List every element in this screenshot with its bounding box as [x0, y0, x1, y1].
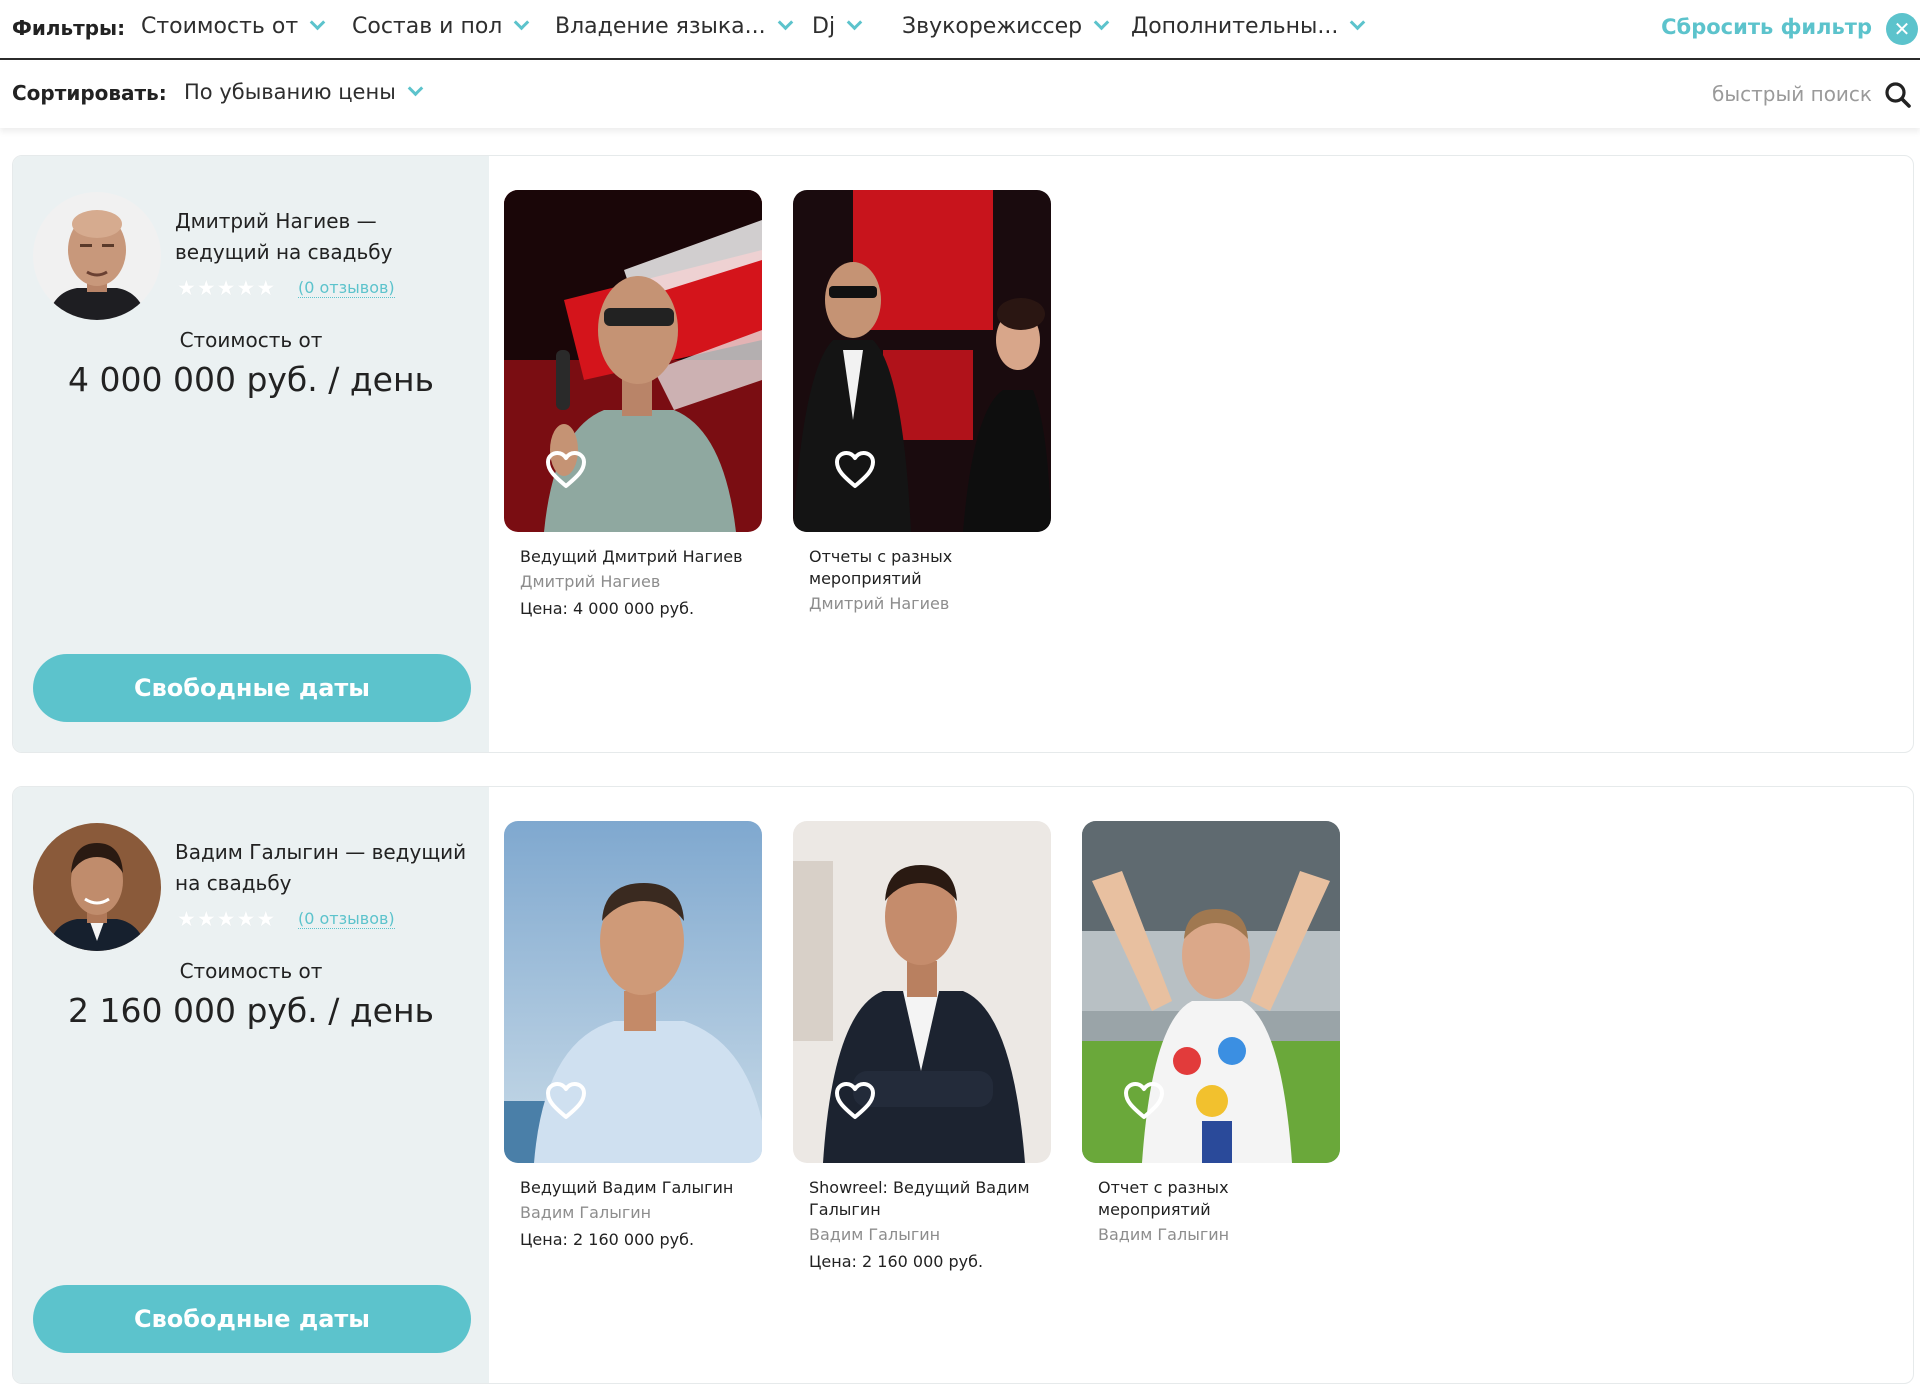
reviews-link[interactable]: (0 отзывов)	[298, 909, 395, 929]
sort-selected-label: По убыванию цены	[184, 80, 396, 104]
star-icon: ★	[236, 907, 256, 931]
star-icon: ★	[216, 276, 236, 300]
media-item: Ведущий Дмитрий Нагиев Дмитрий Нагиев Це…	[504, 190, 762, 618]
host-info-panel: Вадим Галыгин — ведущий на свадьбу ★★★★★…	[13, 787, 489, 1383]
host-card: Вадим Галыгин — ведущий на свадьбу ★★★★★…	[12, 786, 1914, 1384]
sort-label: Сортировать:	[12, 81, 167, 105]
heart-icon[interactable]	[544, 1081, 588, 1121]
media-thumbnail[interactable]	[793, 190, 1051, 532]
chevron-down-icon	[777, 14, 793, 31]
filter-composition-label: Состав и пол	[352, 14, 503, 39]
media-author: Вадим Галыгин	[520, 1203, 652, 1222]
media-item: Ведущий Вадим Галыгин Вадим Галыгин Цена…	[504, 821, 762, 1249]
chevron-down-icon	[1093, 14, 1110, 31]
host-photo	[1082, 821, 1340, 1163]
media-thumbnail[interactable]	[793, 821, 1051, 1163]
media-thumbnail[interactable]	[1082, 821, 1340, 1163]
media-author: Вадим Галыгин	[1098, 1225, 1230, 1244]
host-photo	[504, 190, 762, 532]
sort-dropdown[interactable]: По убыванию цены	[184, 80, 424, 104]
media-item: Showreel: Ведущий Вадим Галыгин Вадим Га…	[793, 821, 1051, 1271]
heart-icon[interactable]	[833, 450, 877, 490]
star-icon: ★	[196, 907, 216, 931]
heart-icon[interactable]	[833, 1081, 877, 1121]
reviews-link[interactable]: (0 отзывов)	[298, 278, 395, 298]
host-name[interactable]: Вадим Галыгин — ведущий на свадьбу	[175, 837, 475, 899]
filter-price-dropdown[interactable]: Стоимость от	[141, 14, 326, 39]
media-author: Дмитрий Нагиев	[520, 572, 661, 591]
media-title[interactable]: Отчеты с разных мероприятий	[793, 546, 1043, 590]
media-thumbnail[interactable]	[504, 190, 762, 532]
filter-bar: Фильтры: Стоимость от Состав и пол Владе…	[0, 0, 1920, 60]
filter-sound-engineer-label: Звукорежиссер	[902, 14, 1083, 39]
price-value: 4 000 000 руб. / день	[68, 360, 434, 399]
host-photo	[793, 190, 1051, 532]
host-card: Дмитрий Нагиев — ведущий на свадьбу ★★★★…	[12, 155, 1914, 753]
media-title[interactable]: Ведущий Дмитрий Нагиев	[504, 546, 754, 568]
filter-additional-dropdown[interactable]: Дополнительны...	[1131, 14, 1366, 39]
sort-bar: Сортировать: По убыванию цены	[0, 62, 1920, 128]
close-icon[interactable]: ✕	[1886, 13, 1918, 45]
avatar[interactable]	[33, 823, 161, 951]
filter-composition-dropdown[interactable]: Состав и пол	[352, 14, 530, 39]
media-author: Вадим Галыгин	[809, 1225, 941, 1244]
heart-icon[interactable]	[1122, 1081, 1166, 1121]
chevron-down-icon	[514, 14, 530, 31]
media-title[interactable]: Ведущий Вадим Галыгин	[504, 1177, 754, 1199]
host-photo	[793, 821, 1051, 1163]
host-photo	[504, 821, 762, 1163]
media-author: Дмитрий Нагиев	[809, 594, 950, 613]
quick-search-input[interactable]	[1632, 82, 1872, 106]
price-label: Стоимость от	[179, 328, 323, 352]
star-icon: ★	[236, 276, 256, 300]
filter-sound-engineer-dropdown[interactable]: Звукорежиссер	[902, 14, 1110, 39]
media-title[interactable]: Отчет с разных мероприятий	[1082, 1177, 1332, 1221]
media-item: Отчет с разных мероприятий Вадим Галыгин	[1082, 821, 1340, 1244]
filter-dj-dropdown[interactable]: Dj	[812, 14, 863, 39]
media-price: Цена: 4 000 000 руб.	[520, 599, 695, 618]
host-info-panel: Дмитрий Нагиев — ведущий на свадьбу ★★★★…	[13, 156, 489, 752]
media-thumbnail[interactable]	[504, 821, 762, 1163]
media-price: Цена: 2 160 000 руб.	[809, 1252, 984, 1271]
filter-label: Фильтры:	[12, 16, 126, 40]
chevron-down-icon	[309, 14, 326, 31]
filter-additional-label: Дополнительны...	[1131, 14, 1339, 39]
search-icon[interactable]	[1884, 81, 1912, 109]
filter-price-label: Стоимость от	[141, 14, 299, 39]
free-dates-button[interactable]: Свободные даты	[33, 654, 471, 722]
free-dates-button[interactable]: Свободные даты	[33, 1285, 471, 1353]
media-item: Отчеты с разных мероприятий Дмитрий Наги…	[793, 190, 1051, 613]
host-name[interactable]: Дмитрий Нагиев — ведущий на свадьбу	[175, 206, 475, 268]
star-icon: ★	[196, 276, 216, 300]
chevron-down-icon	[846, 14, 863, 31]
rating-stars: ★★★★★	[177, 907, 276, 931]
star-icon: ★	[177, 907, 196, 931]
chevron-down-icon	[407, 80, 424, 97]
media-price: Цена: 2 160 000 руб.	[520, 1230, 695, 1249]
media-title[interactable]: Showreel: Ведущий Вадим Галыгин	[793, 1177, 1043, 1221]
filter-language-dropdown[interactable]: Владение языка...	[555, 14, 793, 39]
avatar[interactable]	[33, 192, 161, 320]
filter-dj-label: Dj	[812, 14, 836, 39]
star-icon: ★	[256, 907, 276, 931]
heart-icon[interactable]	[544, 450, 588, 490]
rating-stars: ★★★★★	[177, 276, 276, 300]
price-value: 2 160 000 руб. / день	[68, 991, 434, 1030]
chevron-down-icon	[1350, 14, 1366, 31]
star-icon: ★	[256, 276, 276, 300]
star-icon: ★	[216, 907, 236, 931]
filter-language-label: Владение языка...	[555, 14, 766, 39]
star-icon: ★	[177, 276, 196, 300]
price-label: Стоимость от	[179, 959, 323, 983]
reset-filter-link[interactable]: Сбросить фильтр	[1661, 15, 1872, 39]
